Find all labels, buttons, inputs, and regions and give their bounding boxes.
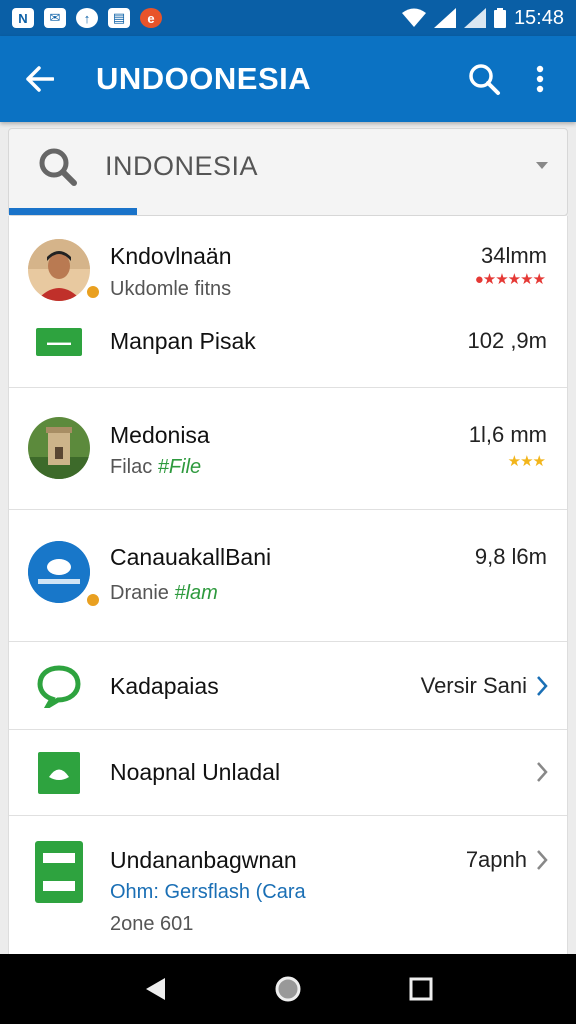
card-icon [35,841,83,903]
item-subtitle: Dranie #lam [110,582,218,604]
result-list: Kndovlnaän Ukdomle fitns 34lmm ●★★★★★ ▬▬… [8,216,568,954]
item-distance: 34lmm [480,243,547,268]
list-item[interactable]: Noapnal Unladal [9,730,567,816]
item-distance: 102 ,9m [467,328,548,353]
avatar [28,239,90,301]
leaf-icon [38,752,80,794]
back-button[interactable] [0,36,80,122]
item-link[interactable]: Versir Sani [421,673,527,699]
notification-icon-1: N [12,8,34,28]
item-title: Kadapaias [110,673,219,699]
chevron-right-icon [537,850,548,870]
system-nav-bar [0,954,576,1024]
item-title: CanauakallBani [110,544,272,570]
signal-icon-2 [463,8,486,28]
wifi-icon [401,8,426,27]
item-title: Noapnal Unladal [110,759,281,785]
item-title: Manpan Pisak [110,328,256,354]
nav-recents-icon[interactable] [409,977,433,1001]
chevron-right-icon [537,676,548,696]
status-badge [85,592,101,608]
overflow-menu-button[interactable] [512,36,568,122]
search-icon [469,64,500,95]
notification-icon-2: ✉ [44,8,66,28]
search-dropdown-button[interactable] [517,162,567,170]
battery-icon [493,8,506,28]
app-icon: ▬▬▬ [36,328,82,356]
item-link[interactable]: 7apnh [466,847,527,873]
tab-indicator [9,208,137,215]
item-distance: 1l,6 mm [468,422,547,447]
more-vertical-icon [536,65,544,93]
search-icon [39,148,77,186]
item-title: Kndovlnaän [110,243,232,269]
chevron-right-icon[interactable] [535,760,549,784]
rating-stars: ★★★ [507,453,546,470]
clock: 15:48 [513,6,564,29]
status-bar: N ✉ ↑ ▤ e 15:48 [0,0,576,36]
item-subtitle: Ohm: Gersflash (Cara [110,881,306,903]
arrow-left-icon [26,66,54,92]
list-item[interactable]: Kndovlnaän Ukdomle fitns 34lmm ●★★★★★ ▬▬… [9,216,567,388]
chat-bubble-icon [37,665,81,708]
tab-indicator-track [9,201,567,215]
monument-icon [28,417,90,479]
item-title: Undananbagwnan [110,847,297,873]
item-subtitle: Filac #File [110,456,202,478]
channel-icon [28,541,90,603]
item-distance: 9,8 l6m [474,544,547,569]
notification-icons: N ✉ ↑ ▤ e [12,8,162,28]
notification-icon-4: ▤ [108,8,130,28]
page-title: UNDOONESIA [96,61,312,96]
item-secondary: 2one 601 [110,913,194,935]
notification-icon-3: ↑ [76,8,98,28]
notification-icon-5: e [140,8,162,28]
search-field-icon-wrap [9,146,105,186]
list-item[interactable]: Kadapaias Versir Sani [9,642,567,730]
list-item[interactable]: Undananbagwnan Ohm: Gersflash (Cara 2one… [9,816,567,954]
signal-icon [433,8,456,28]
search-panel: INDONESIA [8,128,568,216]
search-input[interactable]: INDONESIA [105,151,517,182]
item-title: Medonisa [110,422,210,448]
nav-home-icon[interactable] [274,975,302,1003]
app-bar: UNDOONESIA [0,36,576,122]
list-item[interactable]: CanauakallBani Dranie #lam 9,8 l6m [9,510,567,642]
caret-down-icon [536,162,548,169]
search-button[interactable] [456,36,512,122]
nav-back-icon[interactable] [143,976,167,1002]
list-item[interactable]: Medonisa Filac #File 1l,6 mm ★★★ [9,388,567,510]
item-subtitle: Ukdomle fitns [110,278,232,300]
status-badge [85,284,101,300]
rating-stars: ●★★★★★ [474,271,546,288]
